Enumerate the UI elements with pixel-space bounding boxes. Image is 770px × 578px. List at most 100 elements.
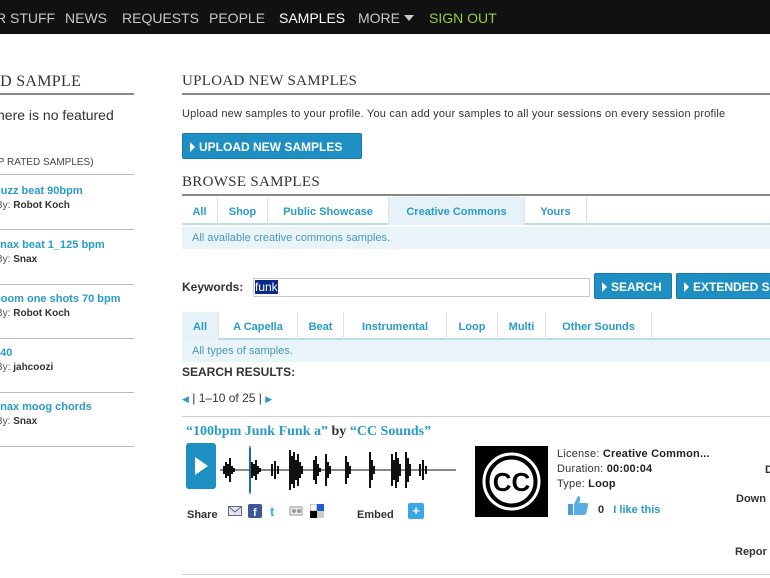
divider xyxy=(0,174,134,175)
search-button[interactable]: SEARCH xyxy=(594,273,672,299)
author-name: Snax xyxy=(13,416,38,427)
upload-description: Upload new samples to your profile. You … xyxy=(182,108,726,120)
nav-item-news[interactable]: NEWS xyxy=(65,10,107,26)
by-label: By: xyxy=(0,416,11,427)
result-divider xyxy=(182,574,770,575)
svg-text:f: f xyxy=(253,507,257,518)
like-link[interactable]: I like this xyxy=(613,504,660,516)
email-icon[interactable] xyxy=(228,504,242,518)
duration-label: Duration: xyxy=(557,463,604,475)
featured-item-author: By: jahcoozi xyxy=(0,362,53,373)
sample-title-row: “100bpm Junk Funk a” by “CC Sounds” xyxy=(186,424,431,440)
divider xyxy=(0,446,134,447)
nav-item-people[interactable]: PEOPLE xyxy=(209,10,265,26)
duration-row: Duration: 00:00:04 xyxy=(557,463,652,475)
nav-item-samples[interactable]: SAMPLES xyxy=(279,10,345,26)
download-link[interactable]: Down xyxy=(736,493,766,505)
featured-item-title[interactable]: buzz beat 90bpm xyxy=(0,185,83,197)
license-label: License: xyxy=(557,448,600,460)
license-value: Creative Common... xyxy=(602,448,710,460)
upload-divider xyxy=(182,93,770,95)
facebook-icon[interactable]: f xyxy=(248,504,262,518)
author-name: jahcoozi xyxy=(13,362,54,373)
type-tab-instrumental[interactable]: Instrumental xyxy=(344,312,447,340)
type-tab-beat[interactable]: Beat xyxy=(298,312,344,340)
nav-item-stuff[interactable]: R STUFF xyxy=(0,10,55,26)
browse-divider xyxy=(182,194,770,196)
creative-commons-logo: CC xyxy=(475,446,548,517)
extended-search-button[interactable]: EXTENDED S xyxy=(676,273,770,299)
type-tab-all[interactable]: All xyxy=(182,312,219,340)
type-tab-a-capella[interactable]: A Capella xyxy=(219,312,298,340)
browse-tab-info: All available creative commons samples. xyxy=(182,227,770,249)
digg-icon[interactable] xyxy=(289,504,303,518)
divider xyxy=(0,229,134,230)
browse-tabs: All Shop Public Showcase Creative Common… xyxy=(182,197,770,225)
by-word: by xyxy=(331,424,347,439)
sample-title-link[interactable]: “100bpm Junk Funk a” xyxy=(186,424,328,439)
page-range: 1–10 of 25 xyxy=(198,391,256,405)
svg-text:t: t xyxy=(270,504,275,518)
keywords-input[interactable]: funk xyxy=(253,278,590,297)
type-tabs: All A Capella Beat Instrumental Loop Mul… xyxy=(182,312,770,340)
featured-item-author: By: Snax xyxy=(0,254,37,265)
license-row: License: Creative Common... xyxy=(557,448,710,460)
type-value: Loop xyxy=(588,478,616,490)
tab-creative-commons[interactable]: Creative Commons xyxy=(389,197,525,225)
duration-value: 00:00:04 xyxy=(606,463,653,475)
divider xyxy=(0,338,134,339)
tab-all[interactable]: All xyxy=(182,197,218,225)
type-label: Type: xyxy=(557,478,585,490)
cc-logo-text: CC xyxy=(493,467,531,497)
embed-plus-button[interactable]: + xyxy=(408,503,424,519)
divider xyxy=(0,284,134,285)
tab-public-showcase[interactable]: Public Showcase xyxy=(268,197,389,225)
browse-title: BROWSE SAMPLES xyxy=(182,174,320,190)
by-label: By: xyxy=(0,254,11,265)
search-results-title: SEARCH RESULTS: xyxy=(182,365,296,379)
type-tab-info: All types of samples. xyxy=(182,340,770,362)
delicious-icon[interactable] xyxy=(310,504,324,518)
by-label: By: xyxy=(0,200,11,211)
featured-item-title[interactable]: 140 xyxy=(0,347,12,359)
play-button[interactable] xyxy=(186,443,216,489)
chevron-down-icon xyxy=(404,15,414,21)
featured-item-title[interactable]: snax moog chords xyxy=(0,401,92,413)
sign-out-link[interactable]: SIGN OUT xyxy=(429,10,497,26)
author-name: Robot Koch xyxy=(13,308,70,319)
type-tab-loop[interactable]: Loop xyxy=(447,312,498,340)
featured-divider xyxy=(0,93,134,95)
tab-shop[interactable]: Shop xyxy=(218,197,268,225)
featured-item-title[interactable]: boom one shots 70 bpm xyxy=(0,293,121,305)
prev-page-icon[interactable]: ◀ xyxy=(182,394,189,404)
top-nav: R STUFF NEWS REQUESTS PEOPLE SAMPLES MOR… xyxy=(0,0,770,34)
featured-item-author: By: Snax xyxy=(0,416,37,427)
waveform[interactable] xyxy=(220,442,460,498)
tab-yours[interactable]: Yours xyxy=(525,197,587,225)
type-tab-multi[interactable]: Multi xyxy=(498,312,546,340)
embed-label: Embed xyxy=(357,509,394,521)
by-label: By: xyxy=(0,308,11,319)
likes-count: 0 xyxy=(598,504,605,516)
pagination: ◀ | 1–10 of 25 | ▶ xyxy=(182,391,273,405)
featured-title: ED SAMPLE xyxy=(0,73,82,90)
upload-button[interactable]: UPLOAD NEW SAMPLES xyxy=(182,133,362,159)
top-rated-label: OP RATED SAMPLES) xyxy=(0,157,94,168)
upload-title: UPLOAD NEW SAMPLES xyxy=(182,73,358,89)
author-name: Snax xyxy=(13,254,38,265)
featured-item-author: By: Robot Koch xyxy=(0,308,70,319)
featured-item-title[interactable]: snax beat 1_125 bpm xyxy=(0,239,105,251)
twitter-icon[interactable]: t xyxy=(268,504,282,518)
type-tab-other-sounds[interactable]: Other Sounds xyxy=(546,312,652,340)
nav-item-requests[interactable]: REQUESTS xyxy=(122,10,199,26)
report-link[interactable]: Repor xyxy=(735,546,767,558)
sample-author-link[interactable]: “CC Sounds” xyxy=(350,424,431,439)
nav-item-more[interactable]: MORE xyxy=(358,10,414,26)
type-row: Type: Loop xyxy=(557,478,616,490)
divider xyxy=(0,392,134,393)
results-divider xyxy=(182,416,770,417)
right-edge-d: D xyxy=(765,464,770,476)
thumbs-up-icon[interactable] xyxy=(566,494,590,516)
featured-sidebar: ED SAMPLE here is no featured OP RATED S… xyxy=(0,34,134,578)
next-page-icon[interactable]: ▶ xyxy=(265,394,272,404)
